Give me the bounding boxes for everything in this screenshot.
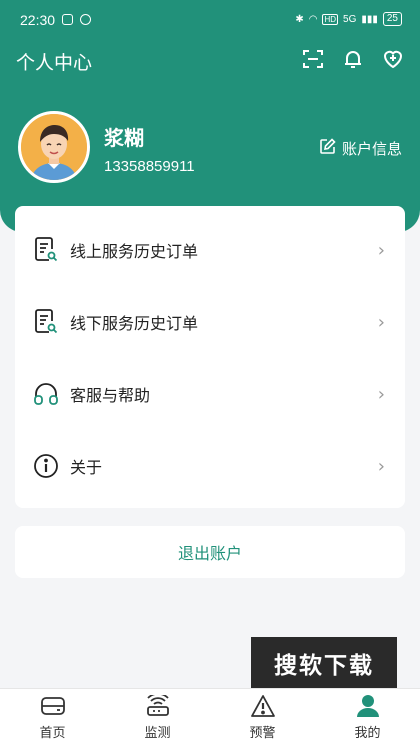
signal-icon: ▮▮▮ bbox=[361, 13, 378, 25]
menu-item-label: 客服与帮助 bbox=[70, 386, 151, 405]
info-icon bbox=[33, 452, 59, 480]
user-phone: 13358859911 bbox=[104, 158, 195, 175]
headset-icon bbox=[33, 380, 59, 408]
avatar[interactable] bbox=[18, 111, 90, 183]
home-icon bbox=[39, 693, 67, 719]
tab-monitor[interactable]: 监测 bbox=[105, 689, 210, 746]
page-title: 个人中心 bbox=[16, 52, 93, 74]
status-bar: 22:30 ✱ ◠ HD 5G ▮▮▮ 25 bbox=[0, 0, 420, 40]
chevron-right-icon: › bbox=[377, 311, 385, 333]
menu-item-offline-orders[interactable]: 线下服务历史订单 › bbox=[15, 286, 405, 358]
document-search-icon bbox=[33, 308, 59, 336]
account-info-label: 账户信息 bbox=[341, 140, 402, 158]
tab-label: 我的 bbox=[354, 726, 381, 741]
network-label: 5G bbox=[343, 13, 357, 25]
user-icon bbox=[354, 693, 382, 719]
status-time: 22:30 bbox=[20, 12, 56, 28]
menu-item-about[interactable]: 关于 › bbox=[15, 430, 405, 502]
tab-label: 首页 bbox=[39, 726, 66, 741]
tab-warning[interactable]: 预警 bbox=[210, 689, 315, 746]
app-notification-icon bbox=[62, 14, 73, 25]
scan-icon[interactable] bbox=[300, 46, 326, 72]
tab-label: 预警 bbox=[249, 726, 276, 741]
edit-icon bbox=[319, 138, 336, 159]
hd-icon: HD bbox=[322, 13, 339, 25]
menu-item-customer-service[interactable]: 客服与帮助 › bbox=[15, 358, 405, 430]
battery-icon: 25 bbox=[382, 12, 402, 26]
watermark: 搜软下载 bbox=[251, 637, 397, 689]
bell-icon[interactable] bbox=[340, 46, 366, 72]
menu-item-label: 关于 bbox=[70, 458, 103, 477]
chevron-right-icon: › bbox=[377, 383, 385, 405]
app-notification-icon-2 bbox=[80, 14, 91, 25]
top-bar: 个人中心 bbox=[0, 40, 420, 80]
monitor-icon bbox=[144, 693, 172, 719]
tab-bar: 首页 监测 预警 我的 bbox=[0, 688, 420, 746]
menu-item-label: 线上服务历史订单 bbox=[70, 242, 199, 261]
document-search-icon bbox=[33, 236, 59, 264]
menu-item-label: 线下服务历史订单 bbox=[70, 314, 199, 333]
chevron-right-icon: › bbox=[377, 455, 385, 477]
logout-button[interactable]: 退出账户 bbox=[15, 526, 405, 578]
bluetooth-icon: ✱ bbox=[295, 13, 304, 25]
heart-plus-icon[interactable] bbox=[380, 46, 406, 72]
menu-card: 线上服务历史订单 › 线下服务历史订单 › 客服与帮助 › 关于 › bbox=[15, 206, 405, 508]
wifi-icon: ◠ bbox=[308, 13, 318, 25]
status-right: ✱ ◠ HD 5G ▮▮▮ 25 bbox=[295, 12, 402, 26]
tab-mine[interactable]: 我的 bbox=[315, 689, 420, 746]
chevron-right-icon: › bbox=[377, 239, 385, 261]
tab-home[interactable]: 首页 bbox=[0, 689, 105, 746]
menu-item-online-orders[interactable]: 线上服务历史订单 › bbox=[15, 214, 405, 286]
account-info-button[interactable]: 账户信息 bbox=[319, 138, 402, 159]
warning-icon bbox=[249, 693, 277, 719]
tab-label: 监测 bbox=[144, 726, 171, 741]
user-name: 浆糊 bbox=[104, 126, 144, 150]
